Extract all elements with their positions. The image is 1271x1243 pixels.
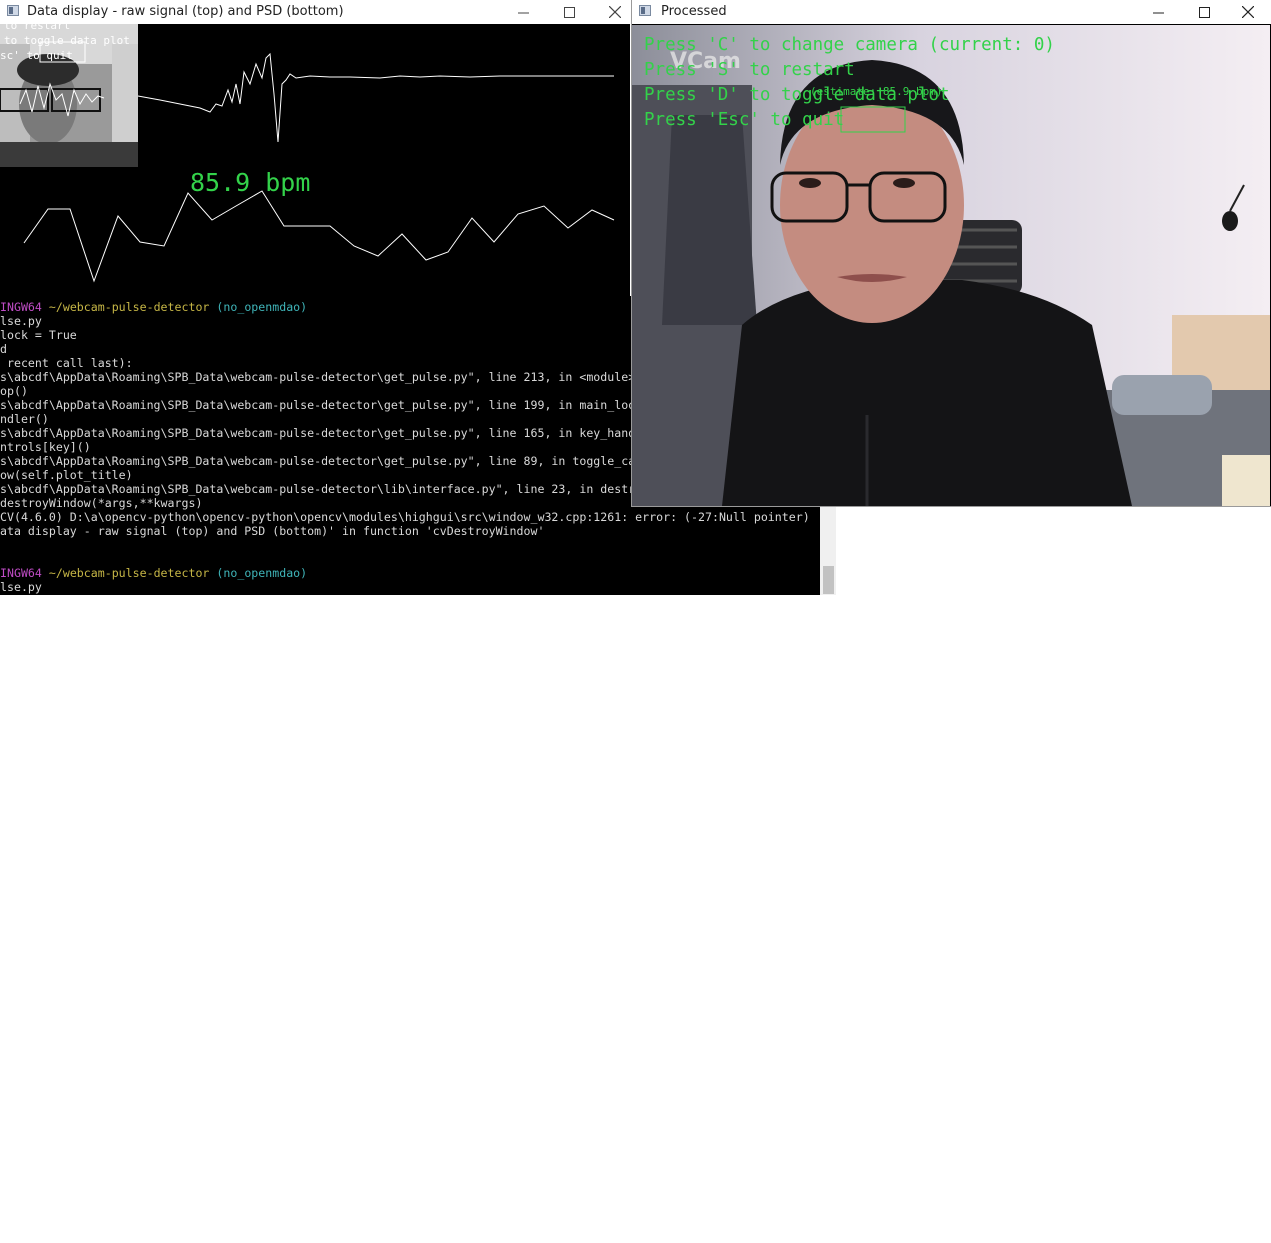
- processed-titlebar[interactable]: Processed: [632, 0, 1271, 24]
- data-display-title: Data display - raw signal (top) and PSD …: [27, 4, 344, 19]
- minimize-button[interactable]: [1135, 0, 1181, 24]
- data-display-titlebar[interactable]: Data display - raw signal (top) and PSD …: [0, 0, 630, 24]
- terminal-text: lse.py: [0, 580, 42, 594]
- terminal-text: destroyWindow(*args,**kwargs): [0, 496, 203, 510]
- terminal-text: s\abcdf\AppData\Roaming\SPB_Data\webcam-…: [0, 370, 636, 384]
- close-icon: [609, 6, 621, 18]
- processed-title: Processed: [661, 4, 727, 19]
- instruction-restart: Press 'S' to restart: [644, 60, 855, 80]
- terminal-line: CV(4.6.0) D:\a\opencv-python\opencv-pyth…: [0, 510, 810, 524]
- instruction-quit: Press 'Esc' to quit: [644, 110, 844, 130]
- estimate-label: (estimate: 85.9 bpm): [810, 85, 942, 98]
- app-icon: [639, 5, 651, 16]
- close-icon: [1242, 6, 1254, 18]
- terminal-line: INGW64 ~/webcam-pulse-detector (no_openm…: [0, 566, 810, 580]
- app-icon: [7, 5, 19, 16]
- terminal-text: d: [0, 342, 7, 356]
- terminal-text: CV(4.6.0) D:\a\opencv-python\opencv-pyth…: [0, 510, 810, 524]
- terminal-text: s\abcdf\AppData\Roaming\SPB_Data\webcam-…: [0, 482, 692, 496]
- thumb-overlay-line-1: to restart: [4, 24, 70, 32]
- minimize-button[interactable]: [500, 0, 546, 24]
- terminal-text: s\abcdf\AppData\Roaming\SPB_Data\webcam-…: [0, 454, 643, 468]
- camera-feed: VCam Press 'C' to change camera (current…: [632, 25, 1270, 506]
- maximize-button[interactable]: [1181, 0, 1227, 24]
- terminal-text: (no_openmdao): [216, 300, 308, 314]
- terminal-text: (no_openmdao): [216, 566, 308, 580]
- terminal-text: ata display - raw signal (top) and PSD (…: [0, 524, 545, 538]
- terminal-text: INGW64: [0, 300, 49, 314]
- face-thumbnail: to restart to toggle data plot sc' to qu…: [0, 24, 138, 167]
- terminal-text: s\abcdf\AppData\Roaming\SPB_Data\webcam-…: [0, 398, 643, 412]
- terminal-line: lse.py: [0, 580, 810, 594]
- terminal-text: ~/webcam-pulse-detector: [48, 300, 217, 314]
- minimize-icon: [1152, 12, 1164, 13]
- terminal-text: lock = True: [0, 328, 77, 342]
- thumb-overlay-line-3: sc' to quit: [0, 49, 73, 62]
- maximize-icon: [563, 6, 575, 18]
- maximize-icon: [1198, 6, 1210, 18]
- thumb-overlay-line-2: to toggle data plot: [4, 34, 130, 47]
- processed-window[interactable]: Processed VCam Press 'C' to change camer…: [631, 0, 1271, 507]
- maximize-button[interactable]: [546, 0, 592, 24]
- terminal-text: ow(self.plot_title): [0, 468, 133, 482]
- scrollbar-thumb[interactable]: [823, 566, 834, 594]
- data-plot-canvas: to restart to toggle data plot sc' to qu…: [0, 24, 630, 310]
- instruction-change-camera: Press 'C' to change camera (current: 0): [644, 35, 1055, 55]
- terminal-text: INGW64: [0, 566, 49, 580]
- terminal-text: op(): [0, 384, 28, 398]
- terminal-text: s\abcdf\AppData\Roaming\SPB_Data\webcam-…: [0, 426, 657, 440]
- minimize-icon: [517, 12, 529, 13]
- terminal-text: recent call last):: [0, 356, 133, 370]
- close-button[interactable]: [1225, 0, 1271, 24]
- terminal-text: ndler(): [0, 412, 49, 426]
- data-display-window[interactable]: Data display - raw signal (top) and PSD …: [0, 0, 630, 310]
- terminal-text: ~/webcam-pulse-detector: [48, 566, 217, 580]
- bpm-label: 85.9 bpm: [190, 168, 310, 197]
- terminal-line: ata display - raw signal (top) and PSD (…: [0, 524, 810, 538]
- terminal-text: ntrols[key](): [0, 440, 91, 454]
- terminal-text: lse.py: [0, 314, 42, 328]
